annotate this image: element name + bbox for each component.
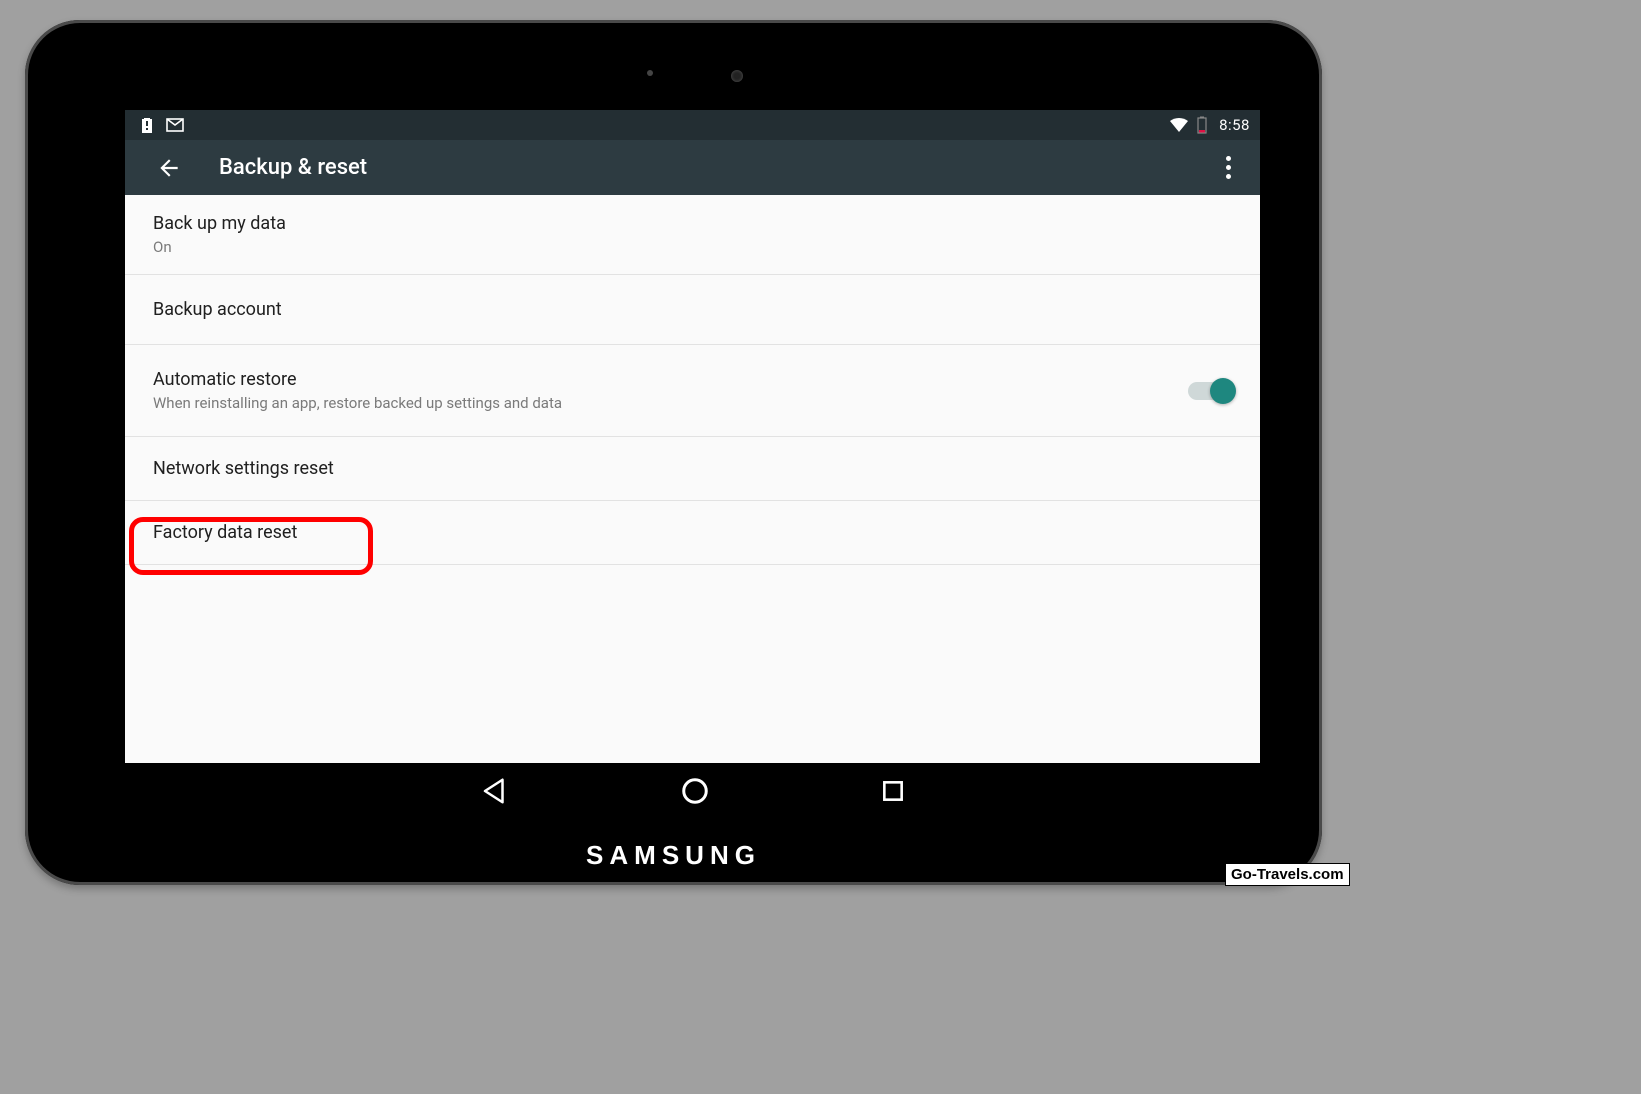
tablet-frame: 8:58 Backup & reset Back up my data	[25, 20, 1322, 885]
item-backup-my-data[interactable]: Back up my data On	[125, 195, 1260, 275]
watermark: Go-Travels.com	[1225, 863, 1350, 886]
item-factory-data-reset[interactable]: Factory data reset	[125, 501, 1260, 565]
item-title: Automatic restore	[153, 369, 1188, 390]
item-title: Backup account	[153, 299, 1232, 320]
item-title: Factory data reset	[153, 522, 1232, 543]
settings-list: Back up my data On Backup account Automa…	[125, 195, 1260, 565]
back-button[interactable]	[153, 152, 185, 184]
overflow-menu-button[interactable]	[1216, 152, 1240, 183]
automatic-restore-toggle[interactable]	[1188, 382, 1232, 400]
screen: 8:58 Backup & reset Back up my data	[125, 110, 1260, 763]
item-subtitle: On	[153, 238, 1232, 256]
item-subtitle: When reinstalling an app, restore backed…	[153, 394, 1188, 412]
item-title: Network settings reset	[153, 458, 1232, 479]
page-title: Backup & reset	[219, 155, 367, 180]
battery-alert-icon	[141, 116, 153, 134]
front-camera	[731, 70, 743, 82]
toggle-knob	[1210, 378, 1236, 404]
brand-logo: SAMSUNG	[25, 840, 1322, 871]
status-clock: 8:58	[1219, 116, 1250, 134]
status-bar: 8:58	[125, 110, 1260, 140]
wifi-icon	[1169, 117, 1189, 133]
nav-back-button[interactable]	[480, 776, 510, 806]
nav-home-button[interactable]	[680, 776, 710, 806]
item-network-settings-reset[interactable]: Network settings reset	[125, 437, 1260, 501]
mail-icon	[165, 117, 185, 133]
app-bar: Backup & reset	[125, 140, 1260, 195]
item-automatic-restore[interactable]: Automatic restore When reinstalling an a…	[125, 345, 1260, 437]
item-backup-account[interactable]: Backup account	[125, 275, 1260, 345]
sensor-dot	[647, 70, 653, 76]
navigation-bar	[125, 765, 1260, 817]
battery-icon	[1197, 116, 1207, 134]
nav-recent-button[interactable]	[880, 778, 906, 804]
item-title: Back up my data	[153, 213, 1232, 234]
